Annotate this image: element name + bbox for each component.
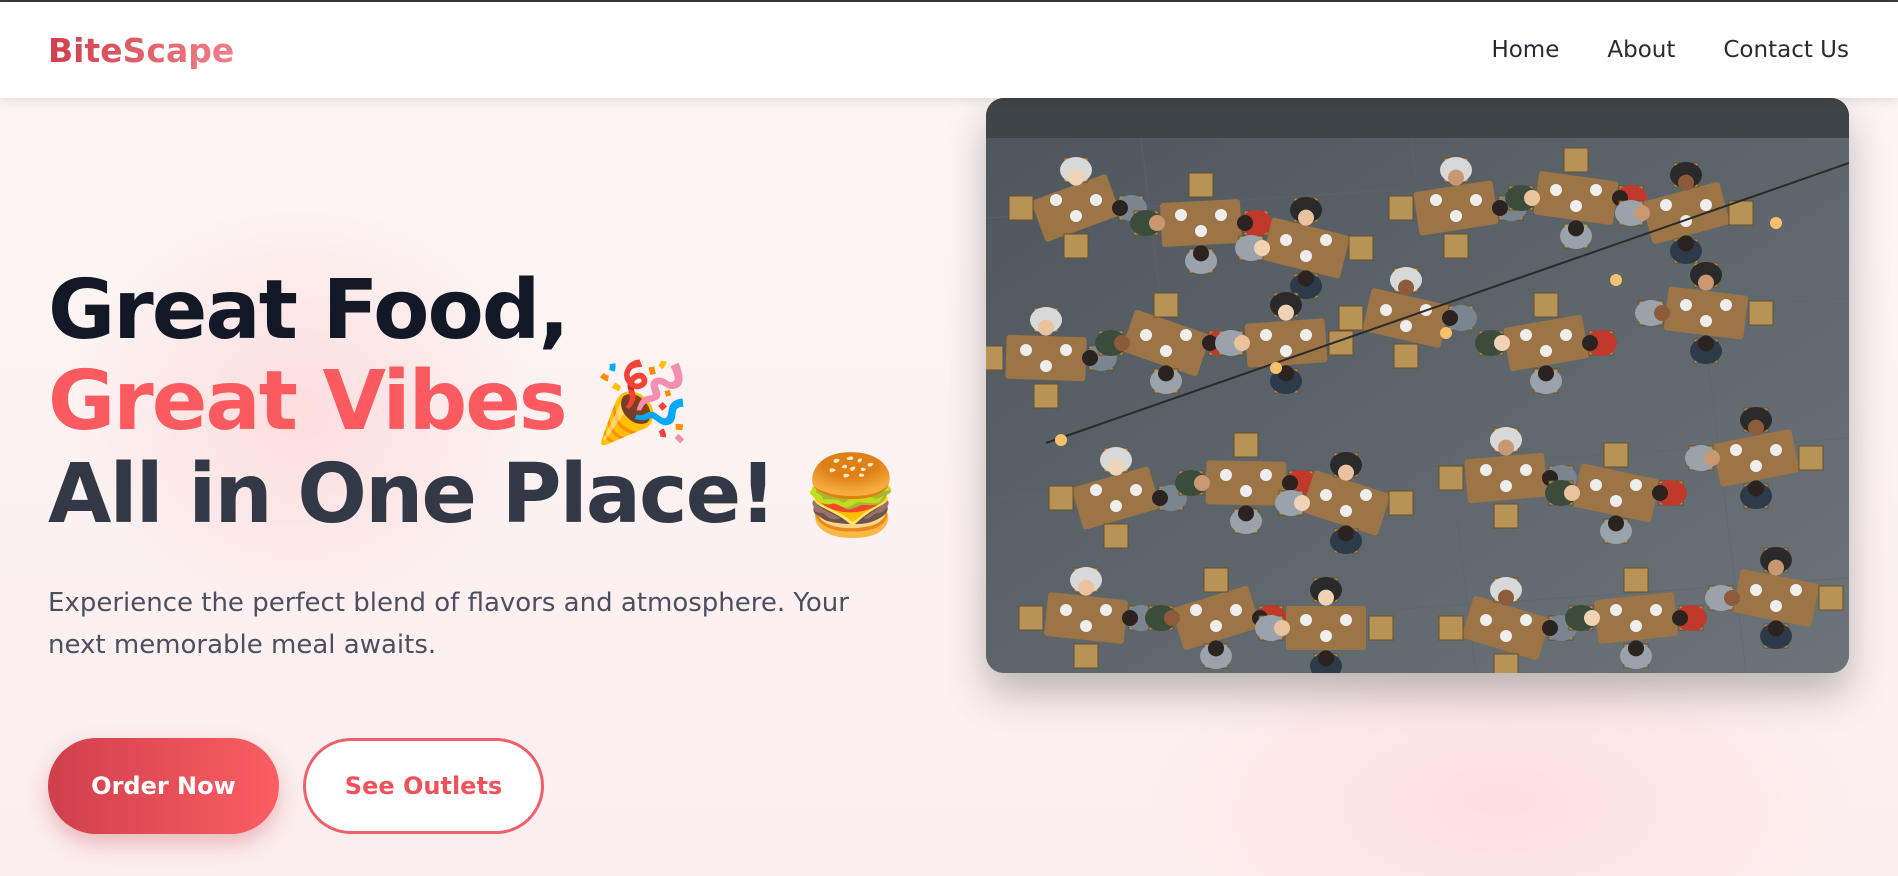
hero-headline: Great Food, Great Vibes 🎉 All in One Plac… xyxy=(48,265,928,542)
nav-link-contact[interactable]: Contact Us xyxy=(1723,37,1849,63)
brand-logo[interactable]: BiteScape xyxy=(48,31,234,70)
nav-link-about[interactable]: About xyxy=(1607,37,1675,63)
nav-menu: Home About Contact Us xyxy=(1491,37,1849,63)
order-now-button[interactable]: Order Now xyxy=(48,738,279,834)
hero-description: Experience the perfect blend of flavors … xyxy=(48,588,849,660)
headline-line-3-text: All in One Place! xyxy=(48,447,777,542)
headline-line-3: All in One Place! 🍔 xyxy=(48,449,928,542)
headline-line-1: Great Food, xyxy=(48,263,570,358)
hero-headline-block: Great Food, Great Vibes 🎉 All in One Plac… xyxy=(48,265,928,542)
navbar: BiteScape Home About Contact Us xyxy=(0,2,1898,98)
burger-icon: 🍔 xyxy=(802,451,900,541)
hero-buttons: Order Now See Outlets xyxy=(48,738,544,834)
nav-link-home[interactable]: Home xyxy=(1491,37,1559,63)
see-outlets-button[interactable]: See Outlets xyxy=(303,738,544,834)
party-popper-icon: 🎉 xyxy=(593,358,691,448)
headline-line-2-text: Great Vibes xyxy=(48,354,568,449)
headline-line-2: Great Vibes 🎉 xyxy=(48,356,928,449)
restaurant-courtyard-illustration xyxy=(986,98,1849,673)
hero-image xyxy=(986,98,1849,673)
